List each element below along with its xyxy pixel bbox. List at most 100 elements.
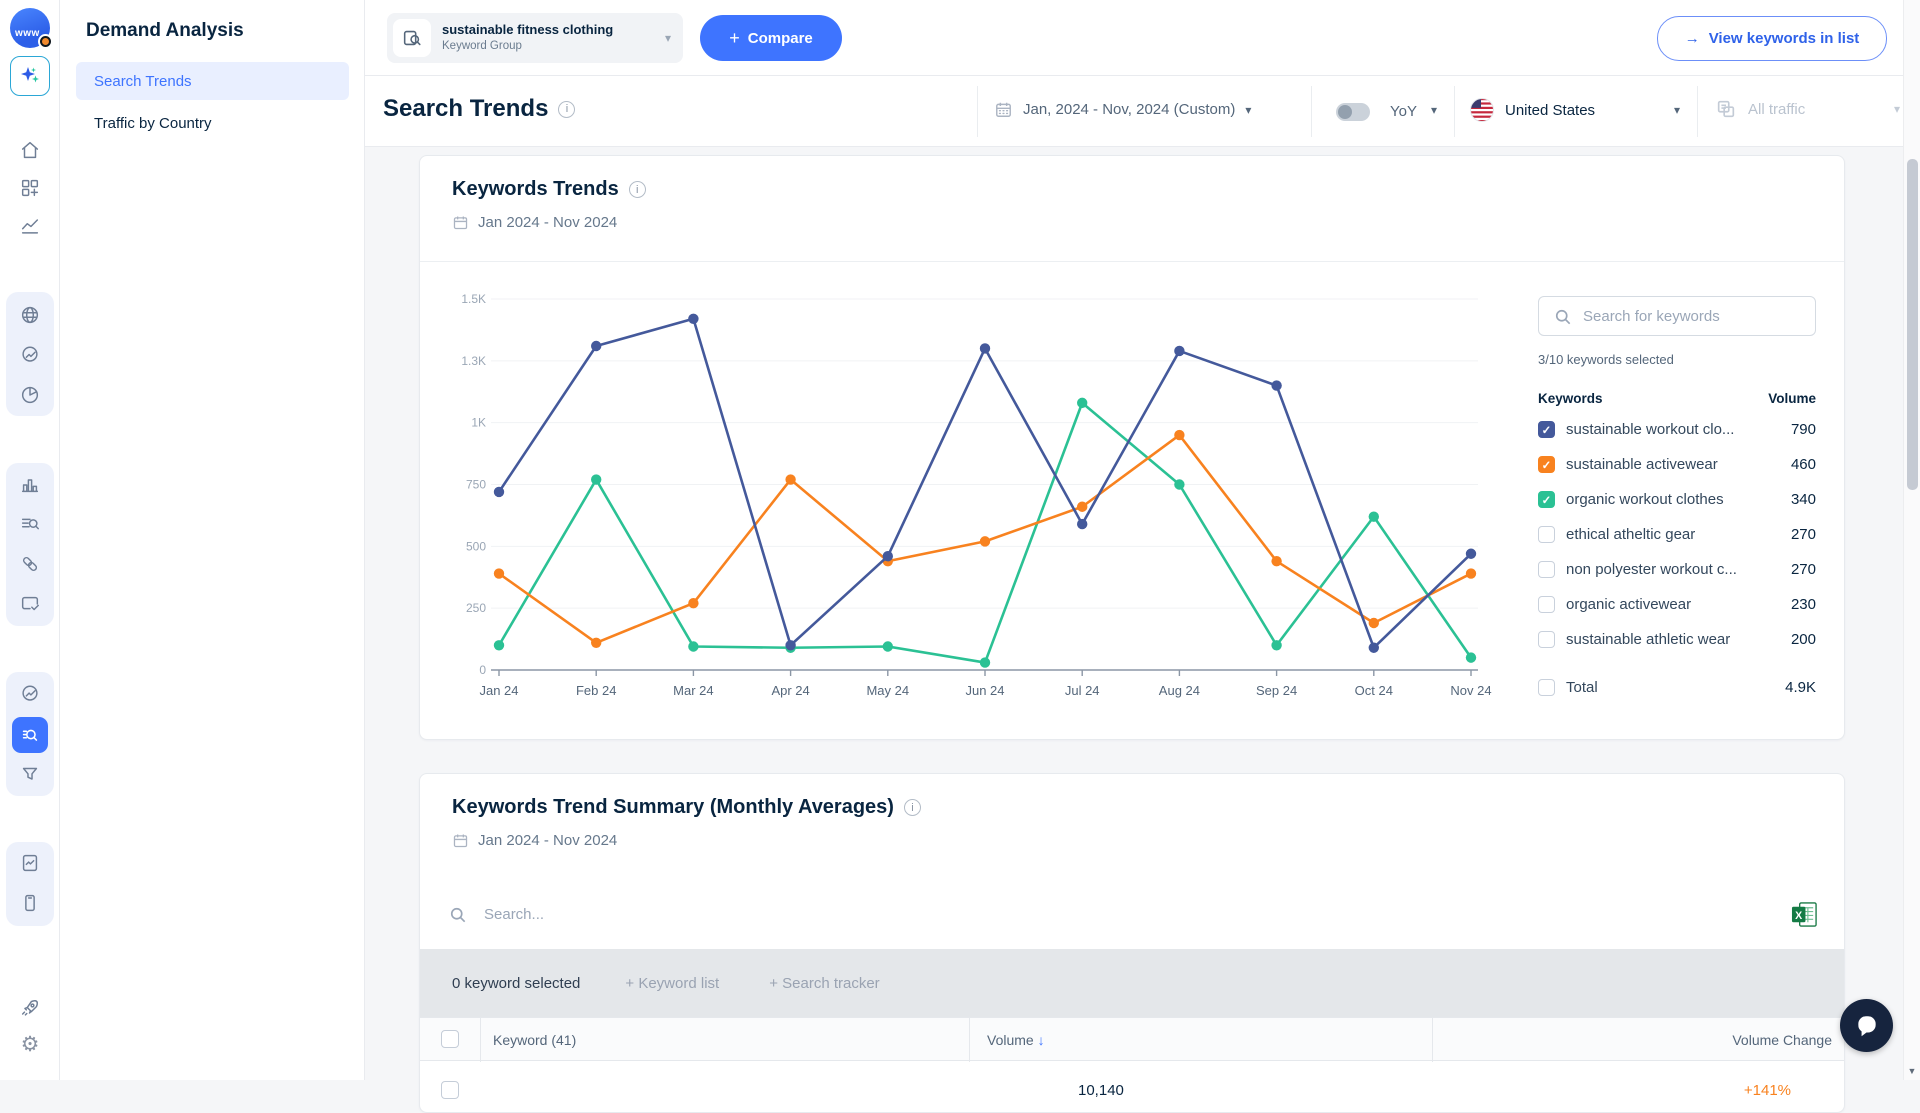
keyword-volume: 230 [1790, 596, 1816, 613]
summary-search-input[interactable] [484, 906, 1384, 923]
total-checkbox[interactable] [1538, 679, 1555, 696]
chevron-down-icon: ▾ [1893, 102, 1900, 116]
home-nav[interactable] [18, 138, 42, 162]
chevron-down-icon[interactable]: ▾ [1431, 103, 1437, 117]
data-point[interactable] [1465, 652, 1477, 663]
info-icon[interactable]: i [903, 799, 921, 816]
add-keyword-list-button[interactable]: + Keyword list [625, 975, 719, 992]
data-point[interactable] [1368, 617, 1379, 629]
analytics-nav[interactable] [18, 214, 42, 238]
keyword-row[interactable]: ✓ organic workout clothes 340 [1538, 482, 1816, 517]
keyword-row[interactable]: organic activewear 230 [1538, 587, 1816, 622]
data-point[interactable] [1077, 501, 1088, 512]
date-range-filter[interactable]: Jan, 2024 - Nov, 2024 (Custom) ▾ [994, 100, 1251, 119]
data-point[interactable] [979, 657, 991, 668]
data-point[interactable] [688, 313, 699, 324]
sidebar-item-traffic-by-country[interactable]: Traffic by Country [76, 104, 349, 142]
chat-button[interactable] [1840, 999, 1893, 1052]
scrollbar[interactable]: ▼ [1903, 0, 1920, 1080]
select-all-checkbox[interactable] [441, 1030, 459, 1048]
data-point[interactable] [785, 640, 796, 651]
funnel-nav[interactable] [18, 762, 42, 786]
keyword-checkbox[interactable] [1538, 561, 1555, 578]
keyword-checkbox[interactable] [1538, 526, 1555, 543]
data-point[interactable] [1174, 479, 1185, 490]
audit-nav[interactable] [18, 592, 42, 616]
table-row-partial[interactable]: 10,140 +141% [420, 1070, 1844, 1110]
compare-button[interactable]: + Compare [700, 15, 842, 61]
search-icon [450, 907, 466, 922]
scrollbar-thumb[interactable] [1907, 159, 1918, 490]
keyword-research-nav[interactable] [18, 512, 42, 536]
search-intelligence-nav-active[interactable] [12, 717, 48, 753]
keywords-panel: 3/10 keywords selected Keywords Volume ✓… [1538, 296, 1816, 705]
traffic-channel-filter[interactable]: All traffic ▾ [1715, 98, 1900, 120]
data-point[interactable] [1271, 640, 1282, 651]
data-point[interactable] [1077, 518, 1088, 530]
data-point[interactable] [1271, 380, 1282, 391]
keyword-row[interactable]: ✓ sustainable workout clo... 790 [1538, 412, 1816, 447]
keywords-search-input[interactable] [1583, 297, 1808, 335]
keyword-checkbox[interactable] [1538, 596, 1555, 613]
keyword-row[interactable]: non polyester workout c... 270 [1538, 552, 1816, 587]
keywords-trend-chart[interactable]: 0 250 500 750 1K 1.3K 1.5K Jan 24 Feb 24 Mar 24 Ap… [456, 271, 1506, 701]
info-icon[interactable]: i [628, 181, 646, 198]
add-search-tracker-button[interactable]: + Search tracker [769, 975, 879, 992]
keyword-row[interactable]: sustainable athletic wear 200 [1538, 622, 1816, 657]
dashboard-add-icon [21, 179, 39, 197]
data-point[interactable] [979, 343, 991, 354]
reports-nav[interactable] [18, 851, 42, 875]
data-point[interactable] [591, 637, 602, 648]
keywords-total-row[interactable]: Total 4.9K [1538, 670, 1816, 705]
data-point[interactable] [1368, 642, 1379, 653]
info-icon[interactable]: i [558, 100, 576, 118]
volume-change-column-header[interactable]: Volume Change [1600, 1032, 1832, 1048]
view-keywords-in-list-button[interactable]: → View keywords in list [1657, 16, 1887, 61]
dashboards-nav[interactable] [18, 176, 42, 200]
keyword-row[interactable]: ✓ sustainable activewear 460 [1538, 447, 1816, 482]
scroll-down-icon[interactable]: ▼ [1904, 1066, 1920, 1076]
keyword-checkbox[interactable]: ✓ [1538, 491, 1555, 508]
keyword-group-selector[interactable]: sustainable fitness clothing Keyword Gro… [387, 13, 683, 63]
benchmarks-nav[interactable] [18, 473, 42, 497]
data-point[interactable] [1271, 555, 1282, 567]
data-point[interactable] [493, 568, 505, 579]
data-point[interactable] [1465, 548, 1477, 559]
app-logo[interactable]: www [10, 8, 53, 49]
data-point[interactable] [688, 598, 699, 609]
data-point[interactable] [1368, 511, 1379, 522]
keyword-checkbox[interactable]: ✓ [1538, 456, 1555, 473]
yoy-toggle[interactable] [1336, 103, 1370, 121]
data-point[interactable] [979, 536, 991, 547]
web-analysis-nav[interactable] [18, 343, 42, 367]
web-overview-nav[interactable] [18, 303, 42, 327]
ai-sparkle-button[interactable] [10, 56, 50, 96]
data-point[interactable] [1465, 568, 1477, 579]
data-point[interactable] [882, 641, 893, 652]
data-point[interactable] [785, 474, 796, 485]
data-point[interactable] [493, 640, 505, 651]
data-point[interactable] [1174, 429, 1185, 441]
data-point[interactable] [882, 551, 893, 562]
backlinks-nav[interactable] [18, 552, 42, 576]
data-point[interactable] [493, 486, 505, 498]
country-filter[interactable]: United States ▾ [1470, 98, 1680, 122]
market-share-nav[interactable] [18, 383, 42, 407]
keyword-column-header[interactable]: Keyword (41) [493, 1032, 576, 1048]
settings-nav[interactable]: ⚙ [18, 1032, 42, 1056]
whats-new-nav[interactable] [18, 996, 42, 1020]
data-point[interactable] [591, 474, 602, 485]
data-point[interactable] [591, 340, 602, 352]
keyword-row[interactable]: ethical atheltic gear 270 [1538, 517, 1816, 552]
keyword-checkbox[interactable] [1538, 631, 1555, 648]
app-intelligence-nav[interactable] [18, 891, 42, 915]
data-point[interactable] [1077, 397, 1088, 409]
web-demand-nav[interactable] [18, 682, 42, 706]
volume-column-header[interactable]: Volume ↓ [987, 1032, 1045, 1048]
keyword-checkbox[interactable]: ✓ [1538, 421, 1555, 438]
sidebar-item-search-trends[interactable]: Search Trends [76, 62, 349, 100]
excel-export-icon[interactable]: X [1791, 901, 1818, 928]
data-point[interactable] [688, 641, 699, 652]
data-point[interactable] [1174, 345, 1185, 357]
row-checkbox[interactable] [441, 1081, 459, 1099]
